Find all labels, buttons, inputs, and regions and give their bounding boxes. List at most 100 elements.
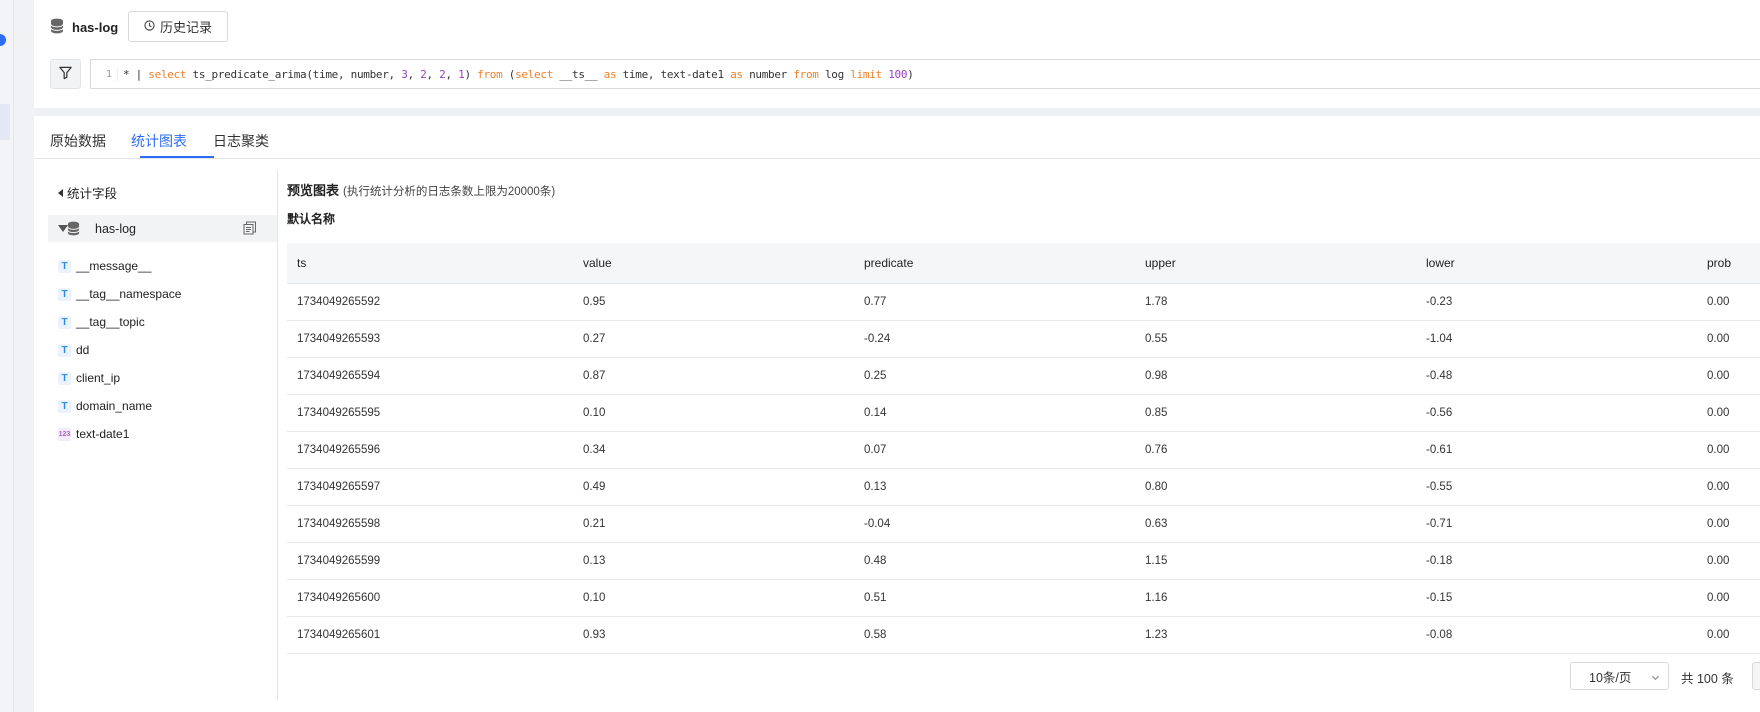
table-cell: 0.85 [1145,407,1168,419]
column-header[interactable]: predicate [864,243,913,283]
field-name: __tag__topic [76,315,145,329]
table-cell: 0.95 [583,296,606,308]
query-token: select [515,67,554,81]
table-cell: 1734049265593 [297,333,381,345]
logstore-indicator: has-log [50,18,118,37]
table-cell: 0.00 [1707,444,1730,456]
query-token: ts_predicate_arima(time, number, [186,67,402,81]
table-body: 1734049265592 0.95 0.77 1.78 -0.23 0.00 173404… [287,284,1760,654]
query-token: log [818,67,851,81]
query-token: number [742,67,794,81]
text-type-icon: T [58,399,71,413]
page-size-select[interactable]: 10条/页 [1570,662,1669,690]
table-cell: 1734049265599 [297,555,381,567]
page-size-value: 10条/页 [1589,670,1632,685]
text-type-icon: T [58,259,71,273]
field-name: client_ip [76,371,121,385]
column-header[interactable]: lower [1426,243,1455,283]
table-cell: 0.87 [583,370,606,382]
table-cell: 0.14 [864,407,887,419]
table-cell: 0.49 [583,481,606,493]
field-item[interactable]: T dd [58,340,89,360]
query-token: ) [907,67,914,81]
filter-icon [58,65,73,83]
caret-left-icon [58,186,64,200]
table-cell: -0.71 [1426,518,1453,530]
field-item[interactable]: T __message__ [58,256,151,276]
table-cell: 1.15 [1145,555,1168,567]
history-label: 历史记录 [160,20,213,35]
column-header[interactable]: upper [1145,243,1176,283]
gutter [14,0,34,712]
field-name: __message__ [76,259,152,273]
table-row: 1734049265596 0.34 0.07 0.76 -0.61 0.00 [287,432,1760,469]
field-item[interactable]: T __tag__namespace [58,284,181,304]
table-cell: 1734049265596 [297,444,381,456]
fields-panel-toggle[interactable]: 统计字段 [58,183,117,202]
field-item[interactable]: T client_ip [58,368,120,388]
history-button[interactable]: 历史记录 [128,11,229,42]
table-row: 1734049265593 0.27 -0.24 0.55 -1.04 0.00 [287,321,1760,358]
table-cell: -0.04 [864,518,891,530]
text-type-icon: T [58,371,71,385]
table-cell: -0.56 [1426,407,1453,419]
table-cell: 0.10 [583,592,606,604]
query-token: ( [502,67,516,81]
field-item[interactable]: T domain_name [58,396,152,416]
query-text[interactable]: * | select ts_predicate_arima(time, numb… [117,67,914,81]
pager-button[interactable] [1752,662,1760,690]
query-token: limit [850,67,882,81]
table-cell: 0.25 [864,370,887,382]
table-row: 1734049265594 0.87 0.25 0.98 -0.48 0.00 [287,358,1760,395]
table-cell: -0.15 [1426,592,1453,604]
app-nav-strip [0,0,14,712]
fields-panel-title: 统计字段 [67,187,118,201]
tab-charts[interactable]: 统计图表 [131,131,187,151]
table-cell: 0.00 [1707,407,1730,419]
query-token: 100 [888,67,908,81]
table-cell: 0.13 [864,481,887,493]
logstore-tree-node[interactable]: has-log [48,215,277,242]
query-token: , [445,67,459,81]
field-item[interactable]: T __tag__topic [58,312,145,332]
table-cell: 0.13 [583,555,606,567]
nav-indicator[interactable] [0,34,6,46]
table-cell: 1.16 [1145,592,1168,604]
query-editor[interactable]: 1 * | select ts_predicate_arima(time, nu… [90,59,1760,89]
copy-icon[interactable] [243,221,257,238]
column-header[interactable]: value [583,243,612,283]
table-row: 1734049265597 0.49 0.13 0.80 -0.55 0.00 [287,469,1760,506]
table-cell: 0.00 [1707,592,1730,604]
tab-raw-data[interactable]: 原始数据 [50,131,106,151]
active-tab-indicator [140,156,214,158]
nav-selected-item[interactable] [0,104,10,140]
column-header[interactable]: prob [1707,243,1731,283]
text-type-icon: T [58,287,71,301]
table-cell: 0.34 [583,444,606,456]
column-header[interactable]: ts [297,243,306,283]
table-cell: -0.24 [864,333,891,345]
table-cell: 1734049265597 [297,481,381,493]
table-cell: 0.77 [864,296,887,308]
filter-button[interactable] [50,59,81,89]
table-cell: 0.80 [1145,481,1168,493]
table-cell: 0.10 [583,407,606,419]
logstore-name: has-log [72,20,119,35]
table-cell: 0.51 [864,592,887,604]
table-cell: -0.55 [1426,481,1453,493]
table-row: 1734049265592 0.95 0.77 1.78 -0.23 0.00 [287,284,1760,321]
table-cell: 0.21 [583,518,606,530]
field-item[interactable]: 123 text-date1 [58,424,129,444]
logstore-node-name: has-log [95,221,136,236]
query-token: from [793,67,819,81]
table-cell: 0.48 [864,555,887,567]
table-cell: 0.00 [1707,296,1730,308]
query-token: , [426,67,440,81]
text-type-icon: T [58,343,71,357]
clock-icon [144,19,155,34]
preview-title: 预览图表 (执行统计分析的日志条数上限为20000条) [287,180,555,199]
table-cell: 0.55 [1145,333,1168,345]
query-header: has-log 历史记录 1 * | select ts_predicate_a… [34,0,1760,108]
tab-log-clustering[interactable]: 日志聚类 [213,131,269,151]
query-token: , [407,67,421,81]
